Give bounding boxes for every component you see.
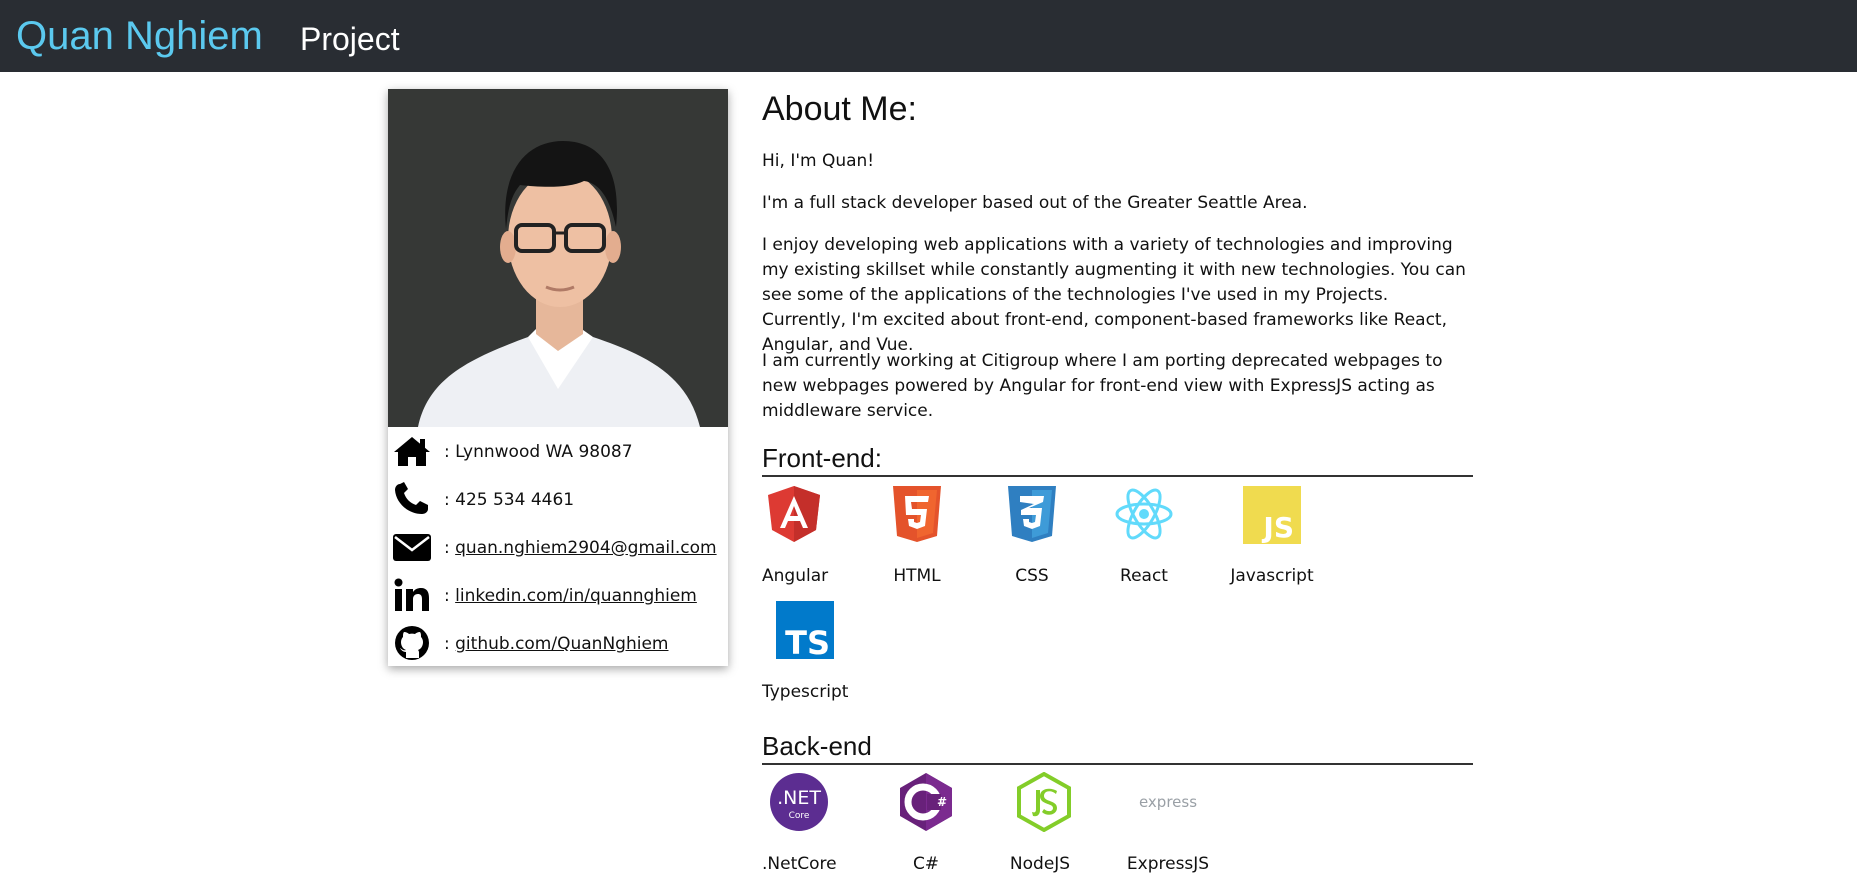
about-work: I am currently working at Citigroup wher…: [762, 351, 1443, 421]
tech-label: HTML: [893, 566, 941, 586]
phone-text: : 425 534 4461: [444, 490, 575, 510]
typescript-icon: TS: [776, 601, 834, 660]
profile-photo: [388, 89, 728, 427]
csharp-icon: #: [900, 773, 952, 831]
tech-label: Angular: [762, 566, 829, 586]
brand-link[interactable]: Quan Nghiem: [16, 12, 263, 60]
contact-phone: : 425 534 4461: [388, 477, 728, 525]
linkedin-line: : linkedin.com/in/quannghiem: [444, 585, 697, 607]
about-location: I'm a full stack developer based out of …: [762, 193, 1308, 213]
email-link[interactable]: quan.nghiem2904@gmail.com: [455, 538, 716, 558]
backend-title: Back-end: [762, 731, 1473, 765]
express-icon: express: [1138, 793, 1198, 811]
email-line: : quan.nghiem2904@gmail.com: [444, 537, 717, 559]
contact-github: : github.com/QuanNghiem: [388, 621, 728, 669]
phone-icon: [395, 482, 428, 514]
about-intro: Hi, I'm Quan!: [762, 151, 875, 171]
dotnet-core-icon: .NET Core: [770, 773, 828, 831]
nodejs-icon: [1017, 772, 1071, 832]
profile-card: : Lynnwood WA 98087 : 425 534 4461 : qua…: [388, 89, 728, 666]
typescript-logo-text: TS: [785, 624, 830, 660]
svg-text:#: #: [937, 795, 947, 809]
linkedin-link[interactable]: linkedin.com/in/quannghiem: [455, 586, 697, 606]
tech-label: C#: [912, 854, 940, 874]
tech-label: Typescript: [762, 682, 849, 702]
github-line: : github.com/QuanNghiem: [444, 633, 668, 655]
tech-label: .NetCore: [762, 854, 837, 874]
contact-email: : quan.nghiem2904@gmail.com: [388, 525, 728, 573]
contact-address: : Lynnwood WA 98087: [388, 429, 728, 477]
html5-icon: [893, 486, 941, 542]
about-interests: I enjoy developing web applications with…: [762, 235, 1466, 355]
frontend-title: Front-end:: [762, 443, 1473, 477]
tech-label: Javascript: [1230, 566, 1314, 586]
about-title: About Me:: [762, 90, 917, 128]
envelope-icon: [393, 534, 431, 561]
github-prefix: :: [444, 634, 456, 654]
dotnet-logo-text: .NET: [777, 787, 821, 809]
css3-icon: [1008, 486, 1056, 542]
angular-icon: [768, 486, 820, 542]
tech-label: CSS: [1015, 566, 1049, 586]
github-icon: [395, 626, 429, 660]
top-navbar: Quan Nghiem Project: [0, 0, 1857, 72]
react-icon: [1115, 488, 1173, 540]
javascript-logo-text: JS: [1261, 511, 1294, 544]
dotnet-logo-subtext: Core: [789, 811, 810, 821]
linkedin-icon: [394, 578, 429, 611]
linkedin-prefix: :: [444, 586, 456, 606]
tech-label: ExpressJS: [1126, 854, 1210, 874]
javascript-icon: JS: [1243, 486, 1301, 544]
tech-label: NodeJS: [1009, 854, 1071, 874]
nav-project-link[interactable]: Project: [300, 20, 400, 58]
github-link[interactable]: github.com/QuanNghiem: [455, 634, 668, 654]
contact-linkedin: : linkedin.com/in/quannghiem: [388, 573, 728, 621]
tech-label: React: [1120, 566, 1168, 586]
address-text: : Lynnwood WA 98087: [444, 442, 633, 462]
home-icon: [394, 437, 430, 466]
email-prefix: :: [444, 538, 456, 558]
